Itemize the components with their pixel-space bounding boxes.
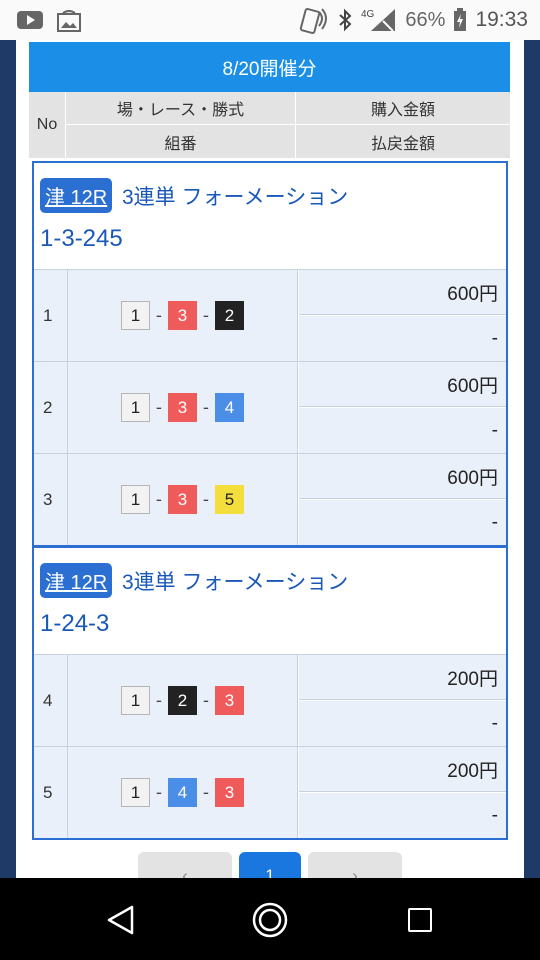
payout-amount: - [299,701,506,746]
navigation-bar [0,878,540,960]
purchase-amount: 200円 [299,655,506,700]
pagination-prev-button[interactable]: ‹ [138,852,232,878]
home-icon[interactable] [251,901,289,939]
boat-number: 3 [168,393,197,422]
boat-number: 1 [121,778,150,807]
table-row: 5 1 - 4 - 3 200円 - [34,746,506,838]
clock: 19:33 [475,8,528,31]
back-icon[interactable] [106,904,136,936]
bet-group-title: 津 12R 3連単 フォーメーション 1-3-245 [34,163,506,269]
bet-combo: 1-24-3 [40,610,110,637]
combination-cell: 1 - 3 - 4 [68,362,298,453]
boat-number: 2 [215,301,244,330]
header-race-type: 場・レース・勝式 [66,92,296,125]
separator: - [155,690,163,711]
row-number: 5 [34,747,68,838]
status-bar: 4G 66% 19:33 [0,0,540,40]
bet-group: 津 12R 3連単 フォーメーション 1-3-245 1 1 - 3 - 2 6… [32,161,508,547]
purchase-amount: 600円 [299,362,506,407]
purchase-amount: 600円 [299,270,506,315]
separator: - [202,305,210,326]
bet-group-title: 津 12R 3連単 フォーメーション 1-24-3 [34,548,506,654]
separator: - [155,782,163,803]
venue-race-link[interactable]: 津 12R [40,178,113,213]
battery-percent: 66% [405,8,446,31]
pagination-next-button[interactable]: › [308,852,402,878]
boat-number: 3 [215,778,244,807]
background-page-left [0,40,16,878]
boat-number: 3 [215,686,244,715]
separator: - [202,690,210,711]
combination-cell: 1 - 3 - 2 [68,270,298,361]
table-row: 4 1 - 2 - 3 200円 - [34,654,506,746]
venue-race-link[interactable]: 津 12R [40,563,113,598]
boat-number: 4 [168,778,197,807]
boat-number: 3 [168,301,197,330]
payout-amount: - [299,793,506,838]
bet-history-modal: 8/20開催分 No 場・レース・勝式 購入金額 組番 払戻金額 津 12R 3… [16,40,524,878]
boat-number: 1 [121,686,150,715]
youtube-icon [17,11,43,29]
bet-group: 津 12R 3連単 フォーメーション 1-24-3 4 1 - 2 - 3 20… [32,546,508,840]
boat-number: 2 [168,686,197,715]
row-number: 4 [34,655,68,746]
modal-title: 8/20開催分 [29,42,510,92]
bet-combo: 1-3-245 [40,225,123,252]
header-payout: 払戻金額 [370,135,435,153]
purchase-amount: 200円 [299,747,506,792]
payout-amount: - [299,316,506,361]
combination-cell: 1 - 4 - 3 [68,747,298,838]
boat-number: 3 [168,485,197,514]
pagination-page-button[interactable]: 1 [239,852,301,878]
table-row: 1 1 - 3 - 2 600円 - [34,269,506,361]
separator: - [155,489,163,510]
background-page-right [524,40,540,878]
separator: - [202,397,210,418]
battery-charging-icon [454,8,467,31]
boat-number: 1 [121,393,150,422]
bet-type: 3連単 フォーメーション [122,186,349,209]
combination-cell: 1 - 3 - 5 [68,454,298,545]
separator: - [202,489,210,510]
boat-number: 1 [121,485,150,514]
boat-number: 5 [215,485,244,514]
header-combination: 組番 [66,125,296,158]
header-no: No [29,92,66,158]
combination-cell: 1 - 2 - 3 [68,655,298,746]
separator: - [155,397,163,418]
recent-apps-icon[interactable] [408,908,432,932]
nfc-icon [300,8,328,34]
separator: - [155,305,163,326]
purchase-amount: 600円 [299,454,506,499]
row-number: 1 [34,270,68,361]
bluetooth-icon [339,8,352,32]
table-row: 3 1 - 3 - 5 600円 - [34,453,506,545]
row-number: 2 [34,362,68,453]
table-row: 2 1 - 3 - 4 600円 - [34,361,506,453]
boat-number: 1 [121,301,150,330]
header-amount: 購入金額 [296,92,510,125]
separator: - [202,782,210,803]
payout-amount: - [299,500,506,545]
row-number: 3 [34,454,68,545]
gallery-icon [57,10,81,32]
boat-number: 4 [215,393,244,422]
bet-type: 3連単 フォーメーション [122,571,349,594]
svg-text:4G: 4G [361,9,375,20]
signal-icon: 4G [361,9,396,32]
table-header: No 場・レース・勝式 購入金額 組番 払戻金額 [29,92,510,158]
payout-amount: - [299,408,506,453]
